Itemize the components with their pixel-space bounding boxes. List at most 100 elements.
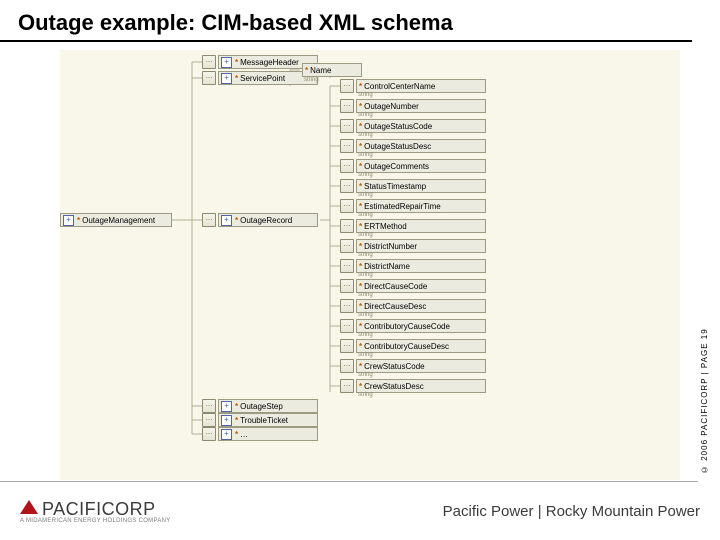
choice-icon: ⋯ [202, 427, 216, 441]
node-DistrictName[interactable]: *DistrictName [356, 259, 486, 273]
type-label: string [358, 212, 373, 218]
choice-icon: ⋯ [340, 359, 354, 373]
required-icon: * [235, 416, 238, 425]
node-ControlCenterName[interactable]: *ControlCenterName [356, 79, 486, 93]
node-Name[interactable]: *Name [302, 63, 362, 77]
required-icon: * [359, 382, 362, 391]
required-icon: * [359, 162, 362, 171]
choice-icon: ⋯ [340, 119, 354, 133]
logo: PACIFICORP A MIDAMERICAN ENERGY HOLDINGS… [20, 499, 171, 524]
expand-icon[interactable]: + [221, 415, 232, 426]
choice-icon: ⋯ [340, 159, 354, 173]
choice-icon: ⋯ [340, 239, 354, 253]
required-icon: * [359, 262, 362, 271]
node-DirectCauseDesc[interactable]: *DirectCauseDesc [356, 299, 486, 313]
type-label: string [358, 132, 373, 138]
required-icon: * [359, 102, 362, 111]
node-ERTMethod[interactable]: *ERTMethod [356, 219, 486, 233]
type-label: string [304, 77, 319, 83]
node-root[interactable]: + * OutageManagement [60, 213, 172, 227]
choice-icon: ⋯ [202, 413, 216, 427]
expand-icon[interactable]: + [63, 215, 74, 226]
node-DistrictNumber[interactable]: *DistrictNumber [356, 239, 486, 253]
choice-icon: ⋯ [340, 99, 354, 113]
required-icon: * [235, 216, 238, 225]
required-icon: * [359, 222, 362, 231]
type-label: string [358, 92, 373, 98]
choice-icon: ⋯ [340, 279, 354, 293]
choice-icon: ⋯ [340, 199, 354, 213]
type-label: string [358, 312, 373, 318]
choice-icon: ⋯ [340, 299, 354, 313]
expand-icon[interactable]: + [221, 73, 232, 84]
page-title: Outage example: CIM-based XML schema [0, 0, 692, 42]
choice-icon: ⋯ [202, 71, 216, 85]
node-ContributoryCauseCode[interactable]: *ContributoryCauseCode [356, 319, 486, 333]
required-icon: * [235, 430, 238, 439]
node-StatusTimestamp[interactable]: *StatusTimestamp [356, 179, 486, 193]
choice-icon: ⋯ [340, 79, 354, 93]
choice-icon: ⋯ [340, 339, 354, 353]
type-label: string [358, 332, 373, 338]
node-OutageStep[interactable]: +*OutageStep [218, 399, 318, 413]
required-icon: * [359, 322, 362, 331]
required-icon: * [359, 202, 362, 211]
choice-icon: ⋯ [340, 259, 354, 273]
node-CrewStatusCode[interactable]: *CrewStatusCode [356, 359, 486, 373]
node-TroubleTicket[interactable]: +*TroubleTicket [218, 413, 318, 427]
expand-icon[interactable]: + [221, 429, 232, 440]
required-icon: * [359, 122, 362, 131]
node-extra[interactable]: +*… [218, 427, 318, 441]
brand-text: Pacific Power | Rocky Mountain Power [443, 503, 700, 520]
type-label: string [358, 292, 373, 298]
expand-icon[interactable]: + [221, 57, 232, 68]
footer: PACIFICORP A MIDAMERICAN ENERGY HOLDINGS… [0, 482, 720, 540]
node-ContributoryCauseDesc[interactable]: *ContributoryCauseDesc [356, 339, 486, 353]
node-OutageComments[interactable]: *OutageComments [356, 159, 486, 173]
expand-icon[interactable]: + [221, 401, 232, 412]
required-icon: * [235, 58, 238, 67]
choice-icon: ⋯ [202, 55, 216, 69]
node-EstimatedRepairTime[interactable]: *EstimatedRepairTime [356, 199, 486, 213]
type-label: string [358, 372, 373, 378]
required-icon: * [359, 282, 362, 291]
choice-icon: ⋯ [340, 179, 354, 193]
node-OutageNumber[interactable]: *OutageNumber [356, 99, 486, 113]
choice-icon: ⋯ [202, 213, 216, 227]
schema-canvas: + * OutageManagement ⋯ ⋯ +*MessageHeader… [60, 50, 680, 480]
required-icon: * [77, 216, 80, 225]
type-label: string [358, 232, 373, 238]
required-icon: * [359, 302, 362, 311]
type-label: string [358, 192, 373, 198]
logo-sub: A MIDAMERICAN ENERGY HOLDINGS COMPANY [20, 518, 171, 524]
required-icon: * [359, 242, 362, 251]
required-icon: * [359, 142, 362, 151]
type-label: string [358, 252, 373, 258]
type-label: string [358, 392, 373, 398]
required-icon: * [305, 66, 308, 75]
choice-icon: ⋯ [340, 319, 354, 333]
type-label: string [358, 112, 373, 118]
type-label: string [358, 152, 373, 158]
triangle-icon [20, 500, 38, 514]
choice-icon: ⋯ [202, 399, 216, 413]
expand-icon[interactable]: + [221, 215, 232, 226]
node-CrewStatusDesc[interactable]: *CrewStatusDesc [356, 379, 486, 393]
type-label: string [358, 352, 373, 358]
choice-icon: ⋯ [340, 139, 354, 153]
node-OutageStatusCode[interactable]: *OutageStatusCode [356, 119, 486, 133]
choice-icon: ⋯ [340, 379, 354, 393]
required-icon: * [359, 362, 362, 371]
type-label: string [358, 172, 373, 178]
required-icon: * [235, 402, 238, 411]
choice-icon: ⋯ [340, 219, 354, 233]
required-icon: * [359, 342, 362, 351]
node-OutageRecord[interactable]: +*OutageRecord [218, 213, 318, 227]
required-icon: * [235, 74, 238, 83]
required-icon: * [359, 182, 362, 191]
copyright-text: © 2006 PACIFICORP | PAGE 19 [700, 60, 718, 474]
node-DirectCauseCode[interactable]: *DirectCauseCode [356, 279, 486, 293]
type-label: string [358, 272, 373, 278]
node-OutageStatusDesc[interactable]: *OutageStatusDesc [356, 139, 486, 153]
required-icon: * [359, 82, 362, 91]
